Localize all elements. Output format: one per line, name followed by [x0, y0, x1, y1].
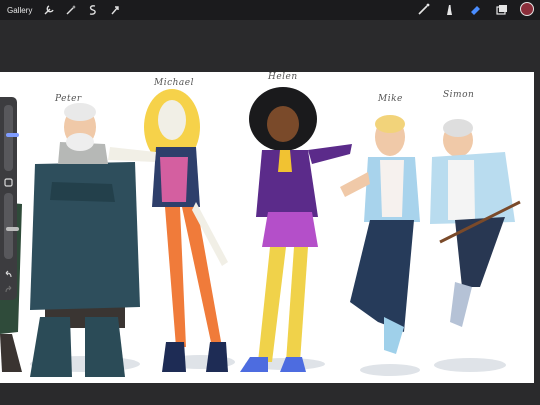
- character-peter: [30, 103, 140, 377]
- gallery-button[interactable]: Gallery: [7, 6, 32, 15]
- character-helen: [240, 87, 352, 372]
- name-label-peter: Peter: [55, 94, 82, 104]
- brush-size-slider[interactable]: [4, 105, 19, 171]
- character-simon: [430, 119, 521, 327]
- name-label-mike: Mike: [378, 94, 403, 104]
- selection-icon[interactable]: [86, 3, 100, 17]
- name-label-simon: Simon: [443, 90, 475, 100]
- top-toolbar: Gallery: [0, 0, 540, 20]
- opacity-thumb[interactable]: [6, 227, 19, 232]
- artwork-illustration: [0, 87, 521, 377]
- modify-button[interactable]: [3, 177, 14, 188]
- layers-icon[interactable]: [494, 2, 508, 16]
- brush-icon[interactable]: [416, 2, 430, 16]
- name-label-helen: Helen: [268, 72, 298, 82]
- magic-wand-icon[interactable]: [64, 3, 78, 17]
- brush-sidebar: [0, 97, 19, 300]
- opacity-slider[interactable]: [4, 193, 19, 259]
- undo-icon[interactable]: [3, 269, 14, 280]
- painting-tools: [404, 2, 534, 16]
- transform-arrow-icon[interactable]: [108, 3, 122, 17]
- smudge-icon[interactable]: [442, 2, 456, 16]
- color-picker-swatch[interactable]: [520, 2, 534, 16]
- wrench-icon[interactable]: [42, 3, 56, 17]
- name-label-michael: Michael: [154, 78, 195, 88]
- eraser-icon[interactable]: [468, 2, 482, 16]
- canvas-workspace: Peter Michael Helen Mike Simon: [0, 20, 540, 405]
- character-mike: [340, 115, 420, 354]
- drawing-canvas[interactable]: Peter Michael Helen Mike Simon: [0, 72, 534, 383]
- redo-icon[interactable]: [3, 284, 14, 295]
- brush-size-thumb[interactable]: [6, 132, 19, 137]
